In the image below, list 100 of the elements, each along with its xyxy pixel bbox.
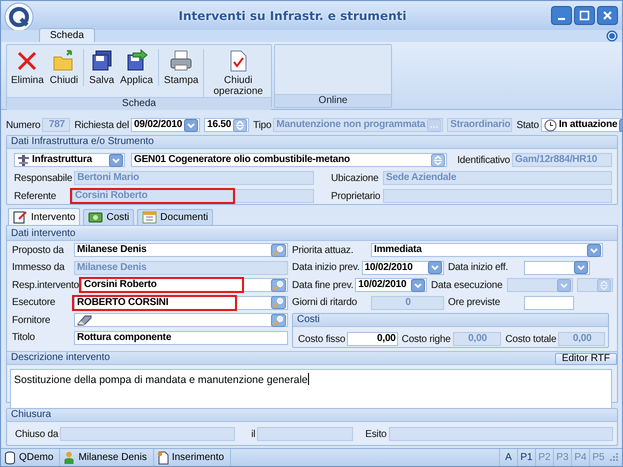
status-indicator: P5	[589, 449, 607, 466]
field-label: Costo totale	[505, 334, 556, 344]
input-field[interactable]: Milanese Denis	[74, 243, 288, 257]
tab[interactable]: Documenti	[137, 209, 214, 225]
input-field: Sede Aziendale	[383, 171, 612, 185]
input-field[interactable]: Corsini Roberto	[81, 278, 288, 292]
group-label: Scheda	[7, 97, 271, 110]
money-icon	[88, 210, 104, 225]
status-indicator: P2	[535, 449, 553, 466]
help-icon	[606, 30, 618, 42]
logo-icon	[4, 2, 34, 32]
input-field[interactable]: Rottura componente	[74, 330, 288, 344]
field-label: Referente	[14, 190, 58, 202]
field-label: Ore previste	[448, 297, 502, 308]
dropdown-button[interactable]	[574, 261, 588, 274]
dropdown-button[interactable]	[428, 261, 442, 274]
field-label: Esecutore	[12, 297, 56, 308]
input-field: Bertoni Mario	[74, 171, 314, 185]
field-label: Stato	[516, 120, 539, 130]
tab[interactable]: Costi	[83, 209, 134, 225]
ribbon-button[interactable]: Stampa	[158, 49, 202, 86]
field-label: Data fine prev.	[292, 280, 354, 290]
status-item: QDemo	[1, 449, 60, 466]
spin-button[interactable]	[233, 118, 248, 132]
status-indicator: P3	[553, 449, 571, 466]
field-label: Richiesta del	[74, 120, 130, 130]
dropdown-button[interactable]	[109, 154, 123, 166]
group-title: Dati intervento	[7, 228, 617, 241]
close-button[interactable]	[597, 6, 618, 25]
tab[interactable]: Intervento	[8, 208, 80, 225]
field-label: Immesso da	[12, 262, 66, 273]
spin-button[interactable]	[431, 154, 446, 166]
input-field: Milanese Denis	[74, 260, 288, 274]
field-label: il	[251, 428, 256, 440]
dropdown-button[interactable]	[587, 244, 601, 256]
field-label: Proprietario	[331, 190, 381, 202]
status-indicator: A	[499, 449, 517, 466]
date-field[interactable]: 10/02/2010	[355, 278, 427, 292]
status-indicator: P1	[517, 449, 535, 466]
clock-icon	[544, 118, 557, 132]
ribbon-button[interactable]: Chiudi	[46, 49, 82, 86]
input-field: 0,00	[558, 332, 606, 346]
eraser-icon	[77, 314, 92, 326]
date-field[interactable]: 10/02/2010	[362, 260, 444, 274]
input-field[interactable]	[74, 313, 288, 327]
field-label: Chiuso da	[15, 428, 58, 440]
structure-icon	[17, 154, 30, 166]
input-field: Manutenzione non programmata	[273, 118, 444, 132]
date-field[interactable]	[524, 260, 590, 274]
status-indicator: P4	[571, 449, 589, 466]
field-label: Responsabile	[14, 172, 72, 184]
printer-icon	[169, 49, 194, 73]
spin-field[interactable]: GEN01 Cogeneratore olio combustibile-metano	[131, 153, 448, 167]
note-pencil-icon	[13, 210, 28, 224]
search-button[interactable]	[271, 244, 286, 256]
calendar-icon	[142, 210, 158, 225]
ribbon-tab[interactable]: Scheda	[39, 28, 95, 42]
ribbon-button[interactable]: Salva	[83, 49, 118, 86]
minimize-button[interactable]	[551, 6, 572, 25]
text-area[interactable]: Sostituzione della pompa di mandata e manutenzione generale	[10, 369, 612, 409]
search-button[interactable]	[271, 314, 286, 326]
floppy-arrow-icon	[124, 49, 149, 73]
field-label: Data inizio eff.	[448, 262, 509, 273]
field-label: Data esecuzione	[431, 280, 504, 290]
floppy-disks-icon	[90, 49, 114, 73]
ribbon-button[interactable]: Applica	[117, 49, 156, 86]
input-field[interactable]: ROBERTO CORSINI	[74, 296, 288, 310]
document-icon	[156, 450, 169, 464]
input-field: Straordinario	[447, 118, 512, 132]
search-button[interactable]	[271, 278, 286, 292]
ribbon-button[interactable]: Elimina	[8, 49, 47, 86]
search-button[interactable]	[271, 296, 286, 309]
maximize-button[interactable]	[574, 6, 595, 25]
status-item: Inserimento	[154, 449, 232, 466]
input-field: Gam/12r884/HR10	[512, 153, 612, 167]
date-field[interactable]: 09/02/2010	[131, 118, 200, 132]
person-icon	[63, 450, 76, 464]
input-field: 787	[42, 118, 70, 132]
resize-grip-icon	[610, 453, 619, 462]
group-title: Costi	[293, 314, 608, 327]
dropdown-field[interactable]: Infrastruttura	[14, 153, 125, 167]
group-title: Descrizione intervento	[11, 352, 110, 364]
dropdown-field[interactable]: In attuazione	[540, 118, 622, 132]
spin-field[interactable]: 16.50	[204, 118, 250, 132]
input-field[interactable]: 0,00	[347, 332, 398, 346]
input-field: 0,00	[452, 332, 502, 346]
field-label: Tipo	[253, 120, 272, 130]
dropdown-field[interactable]: Immediata	[371, 243, 603, 257]
group-title: Dati Infrastruttura e/o Strumento	[7, 136, 617, 149]
field-label: Priorita attuaz.	[292, 244, 354, 256]
window-title: Interventi su Infrastr. e strumenti	[178, 8, 408, 22]
input-field[interactable]	[524, 296, 574, 310]
editor-rtf-button[interactable]: Editor RTF	[554, 352, 617, 364]
field-label: Costo fisso	[298, 334, 346, 344]
dropdown-button[interactable]	[184, 118, 198, 132]
field-label: Titolo	[12, 332, 36, 343]
input-field: Corsini Roberto	[72, 189, 314, 203]
dropdown-button[interactable]	[411, 278, 425, 292]
field-label: Giorni di ritardo	[292, 297, 358, 308]
field-label: Resp.intervento	[12, 280, 80, 290]
